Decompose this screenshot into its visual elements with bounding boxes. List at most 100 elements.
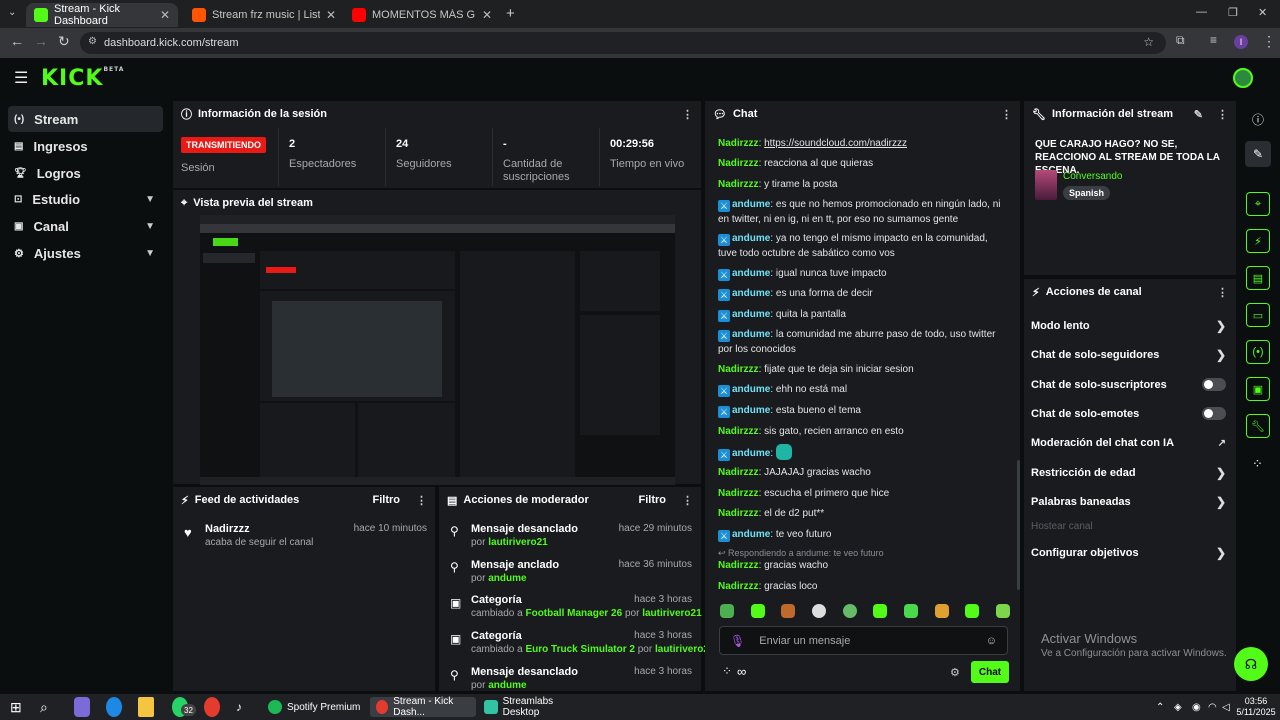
chat-widget-button[interactable]: ▭ [1246, 303, 1270, 327]
more-options-icon[interactable]: ⋮ [1001, 108, 1012, 121]
emote-icon[interactable] [781, 604, 796, 618]
sidebar-item-estudio[interactable]: ⊡ Estudio ▼ [8, 186, 163, 212]
action-set-goals[interactable]: Configurar objetivos ❯ [1031, 546, 1226, 560]
mod-user[interactable]: lautirivero21 [488, 537, 547, 548]
emotes-only-toggle[interactable] [1202, 407, 1226, 420]
edit-pencil-icon[interactable]: ✎ [1194, 108, 1203, 121]
chat-username[interactable]: Nadirzzz [718, 560, 759, 571]
bookmark-star-icon[interactable]: ☆ [1143, 35, 1154, 49]
tab-search-icon[interactable]: ⌄ [8, 7, 16, 18]
chat-username[interactable]: andume [732, 199, 770, 210]
chat-message[interactable]: Nadirzzz: el de d2 put** [718, 506, 1008, 521]
chat-username[interactable]: andume [732, 384, 770, 395]
stream-preview-video[interactable] [200, 215, 675, 485]
subs-only-toggle[interactable] [1202, 378, 1226, 391]
help-support-button[interactable]: ☊ [1234, 647, 1268, 681]
info-icon[interactable]: ⓘ [1252, 111, 1264, 128]
wrench-widget-button[interactable]: 🔧︎ [1246, 414, 1270, 438]
sidebar-item-ingresos[interactable]: ▤ Ingresos [8, 133, 163, 159]
info-widget-button[interactable]: ▤ [1246, 266, 1270, 290]
taskbar-chrome-window[interactable]: Stream - Kick Dash... [370, 696, 476, 718]
mod-user[interactable]: lautirivero21 [642, 608, 701, 619]
chat-username[interactable]: Nadirzzz [718, 581, 759, 592]
emote-icon[interactable] [811, 604, 826, 618]
action-age-restriction[interactable]: Restricción de edad ❯ [1031, 466, 1226, 480]
window-close-icon[interactable]: ✕ [1258, 6, 1267, 19]
chat-message[interactable]: Nadirzzz: https://soundcloud.com/nadirzz… [718, 136, 1008, 151]
copilot-icon[interactable] [74, 697, 90, 717]
chat-message[interactable]: ⚔ andume: es una forma de decir [718, 286, 1008, 301]
extensions-icon[interactable]: ⧉ [1176, 33, 1185, 48]
reload-icon[interactable]: ↻ [58, 33, 70, 50]
category-thumbnail[interactable] [1035, 170, 1057, 200]
tray-app-icon[interactable]: ◉ [1192, 697, 1201, 717]
edit-layout-button[interactable]: ✎ [1245, 141, 1271, 167]
user-avatar[interactable] [1233, 68, 1253, 88]
chat-message[interactable]: Nadirzzz: JAJAJAJ gracias wacho [718, 465, 1008, 480]
media-icon[interactable]: ≡ [1210, 33, 1217, 47]
action-slow-mode[interactable]: Modo lento ❯ [1031, 319, 1226, 333]
browser-tab-kick[interactable]: Stream - Kick Dashboard ✕ [26, 3, 178, 27]
chat-link[interactable]: https://soundcloud.com/nadirzzz [764, 138, 907, 149]
emote-icon[interactable] [934, 604, 949, 618]
action-ai-moderation[interactable]: Moderación del chat con IA ↗ [1031, 437, 1226, 449]
sidebar-item-canal[interactable]: ▣ Canal ▼ [8, 213, 163, 239]
chat-message[interactable]: Nadirzzz: escucha el primero que hice [718, 486, 1008, 501]
browser-tab-youtube[interactable]: MOMENTOS MÁS GRACIOSOS ✕ [344, 3, 500, 27]
mod-category[interactable]: Football Manager 26 [525, 608, 622, 619]
taskbar-spotify[interactable]: Spotify Premium [264, 697, 364, 717]
maximize-icon[interactable]: ❐ [1228, 6, 1238, 19]
chat-username[interactable]: andume [732, 329, 770, 340]
chat-message[interactable]: ⚔ andume: igual nunca tuve impacto [718, 266, 1008, 281]
feed-filter-button[interactable]: Filtro [373, 494, 401, 506]
chat-settings-gear-icon[interactable]: ⚙ [950, 666, 960, 679]
wifi-icon[interactable]: ◠ [1208, 697, 1217, 717]
emote-icon[interactable] [903, 604, 918, 618]
chat-message[interactable]: ⚔ andume: es que no hemos promocionado en… [718, 197, 1008, 227]
action-banned-words[interactable]: Palabras baneadas ❯ [1031, 495, 1226, 509]
tiktok-icon[interactable]: ♪ [236, 697, 242, 717]
hamburger-menu-icon[interactable]: ☰ [14, 68, 28, 88]
chat-username[interactable]: Nadirzzz [718, 138, 759, 149]
search-icon[interactable]: ⌕ [40, 697, 48, 717]
chat-username[interactable]: Nadirzzz [718, 467, 759, 478]
chat-message[interactable]: ⚔ andume: ehh no está mal [718, 382, 1008, 397]
chrome-icon[interactable] [204, 697, 220, 717]
chat-username[interactable]: andume [732, 529, 770, 540]
mod-category[interactable]: Euro Truck Simulator 2 [525, 644, 634, 655]
minimize-icon[interactable]: — [1196, 6, 1207, 18]
emote-icon[interactable] [720, 604, 734, 618]
sidebar-item-ajustes[interactable]: ⚙ Ajustes ▼ [8, 240, 163, 266]
chat-message[interactable]: Nadirzzz: y tirame la posta [718, 177, 1008, 192]
chat-username[interactable]: andume [732, 268, 770, 279]
chat-message[interactable]: ⚔ andume: ya no tengo el mismo impacto en… [718, 231, 1008, 261]
chat-scrollbar[interactable] [1017, 460, 1020, 590]
emote-icon[interactable] [873, 604, 888, 618]
tray-chevron-icon[interactable]: ⌃ [1156, 697, 1164, 717]
actions-widget-button[interactable]: ⚡︎ [1246, 229, 1270, 253]
edge-icon[interactable] [106, 697, 122, 717]
windows-start-icon[interactable]: ⊞ [10, 697, 22, 717]
sidebar-item-stream[interactable]: (•) Stream [8, 106, 163, 132]
chat-message[interactable]: ⚔ andume: esta bueno el tema [718, 403, 1008, 418]
forward-icon[interactable]: → [34, 33, 48, 49]
chat-username[interactable]: Nadirzzz [718, 158, 759, 169]
more-widgets-icon[interactable]: ⁘ [1252, 456, 1263, 472]
browser-menu-icon[interactable]: ⋮ [1262, 33, 1276, 50]
back-icon[interactable]: ← [10, 33, 24, 49]
volume-icon[interactable]: ◁ [1222, 697, 1230, 717]
mod-user[interactable]: andume [488, 573, 526, 584]
chat-username[interactable]: andume [732, 233, 770, 244]
broadcast-widget-button[interactable]: (•) [1246, 340, 1270, 364]
chat-input[interactable]: 🎙︎ Enviar un mensaje ☺ [719, 626, 1008, 655]
chat-username[interactable]: andume [732, 405, 770, 416]
chat-username[interactable]: andume [732, 448, 770, 459]
chat-message[interactable]: ⚔ andume: la comunidad me aburre paso de … [718, 327, 1008, 357]
close-icon[interactable]: ✕ [160, 8, 170, 22]
chat-message[interactable]: ⚔ andume: quita la pantalla [718, 307, 1008, 322]
chat-username[interactable]: Nadirzzz [718, 179, 759, 190]
chat-message[interactable]: Nadirzzz: reacciona al que quieras [718, 156, 1008, 171]
close-icon[interactable]: ✕ [326, 8, 336, 22]
emoji-icon[interactable]: ☺ [986, 635, 997, 647]
mod-filter-button[interactable]: Filtro [639, 494, 667, 506]
